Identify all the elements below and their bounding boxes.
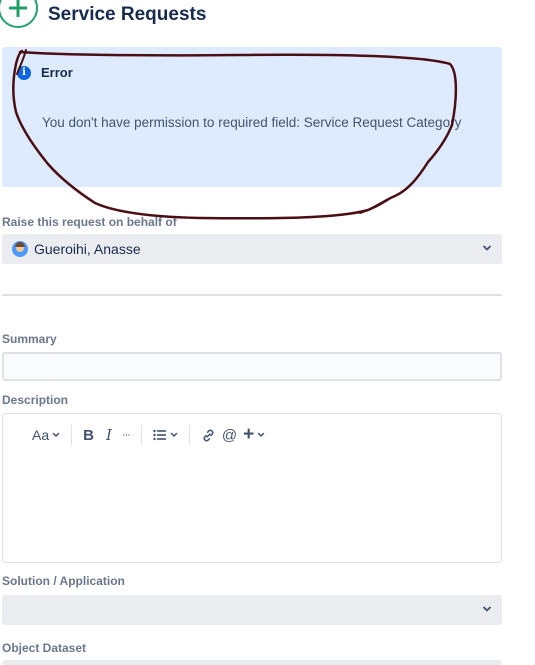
chevron-down-icon [52, 432, 60, 438]
chevron-down-icon [170, 432, 178, 438]
chevron-down-icon [483, 245, 491, 251]
text-style-button[interactable]: Aa [29, 424, 63, 446]
toolbar-separator [140, 425, 142, 445]
error-panel: i Error You don't have permission to req… [2, 47, 502, 187]
object-dataset-select[interactable] [2, 660, 502, 665]
bullet-list-icon [153, 429, 166, 441]
toolbar-separator [71, 425, 73, 445]
list-button[interactable] [150, 424, 181, 446]
solution-label: Solution / Application [2, 574, 125, 588]
insert-button[interactable]: + [240, 424, 268, 446]
page-title: Service Requests [48, 4, 207, 25]
text-style-label: Aa [32, 427, 50, 443]
mention-button[interactable]: @ [219, 424, 240, 446]
error-title-row: i Error [17, 65, 73, 80]
add-circle-icon [0, 0, 38, 28]
avatar [12, 241, 28, 257]
info-icon: i [17, 65, 31, 80]
link-button[interactable] [198, 424, 219, 446]
on-behalf-value: Gueroihi, Anasse [34, 241, 141, 257]
editor-toolbar: Aa B I ··· @ + [29, 424, 268, 446]
description-editor[interactable]: Aa B I ··· @ + [2, 413, 502, 563]
summary-label: Summary [2, 332, 57, 346]
italic-button[interactable]: I [103, 424, 115, 446]
description-label: Description [2, 393, 69, 407]
bold-button[interactable]: B [80, 424, 97, 446]
on-behalf-select[interactable]: Gueroihi, Anasse [2, 234, 502, 264]
toolbar-separator [188, 425, 190, 445]
chevron-down-icon [483, 606, 491, 612]
link-icon [203, 429, 214, 441]
error-message: You don't have permission to required fi… [42, 115, 462, 130]
solution-select[interactable] [2, 595, 502, 625]
divider [2, 294, 502, 296]
plus-icon: + [243, 424, 255, 445]
error-title: Error [41, 65, 73, 80]
on-behalf-label: Raise this request on behalf of [2, 215, 177, 229]
object-dataset-label: Object Dataset [2, 641, 87, 655]
summary-input[interactable] [2, 352, 502, 381]
page-header: Service Requests [0, 0, 207, 28]
more-formatting-button[interactable]: ··· [119, 424, 133, 446]
chevron-down-icon [258, 432, 265, 438]
